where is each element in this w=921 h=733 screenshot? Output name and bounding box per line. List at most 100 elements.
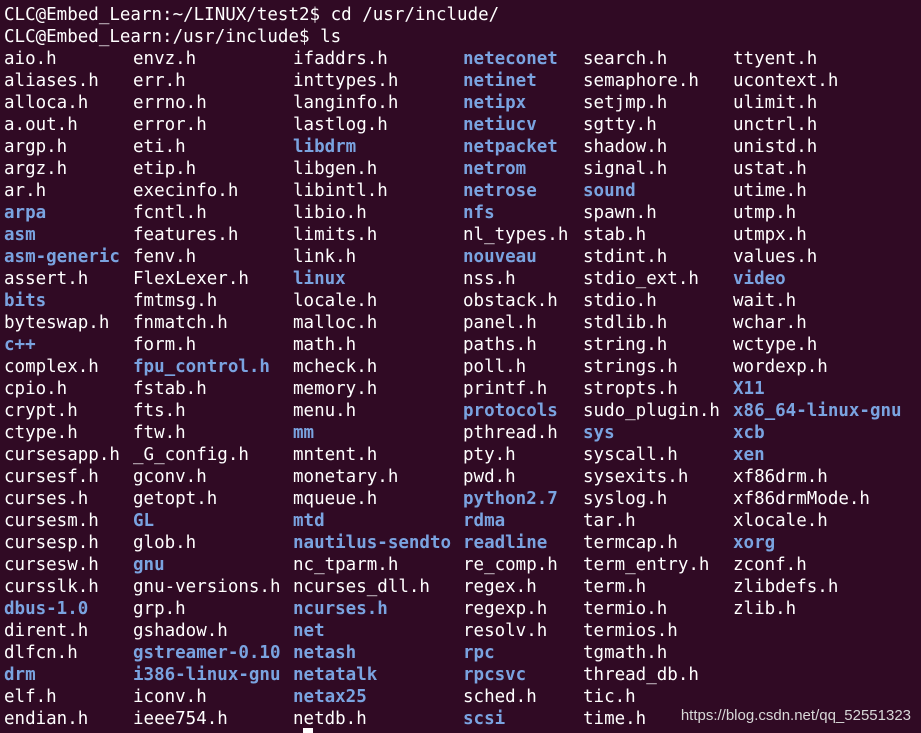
file-entry: tar.h: [583, 511, 636, 531]
file-entry: glob.h: [133, 533, 197, 553]
file-entry: fmtmsg.h: [133, 291, 218, 311]
terminal-cursor: [303, 728, 313, 733]
file-entry: stdlib.h: [583, 313, 668, 333]
file-entry: gconv.h: [133, 467, 207, 487]
file-entry: shadow.h: [583, 137, 668, 157]
file-entry: sgtty.h: [583, 115, 657, 135]
file-entry: form.h: [133, 335, 197, 355]
file-entry: grp.h: [133, 599, 186, 619]
directory-entry: arpa: [4, 203, 47, 223]
file-entry: mcheck.h: [293, 357, 378, 377]
file-entry: locale.h: [293, 291, 378, 311]
file-entry: ncurses_dll.h: [293, 577, 430, 597]
file-entry: dirent.h: [4, 621, 89, 641]
directory-entry: sound: [583, 181, 636, 201]
file-entry: FlexLexer.h: [133, 269, 249, 289]
file-entry: ulimit.h: [733, 93, 818, 113]
file-entry: gnu-versions.h: [133, 577, 281, 597]
directory-entry: netiucv: [463, 115, 537, 135]
file-entry: paths.h: [463, 335, 537, 355]
file-entry: ftw.h: [133, 423, 186, 443]
file-entry: regexp.h: [463, 599, 548, 619]
file-entry: termcap.h: [583, 533, 678, 553]
file-entry: libio.h: [293, 203, 367, 223]
file-entry: term.h: [583, 577, 647, 597]
file-entry: wchar.h: [733, 313, 807, 333]
directory-entry: nautilus-sendto: [293, 533, 452, 553]
file-entry: fstab.h: [133, 379, 207, 399]
directory-entry: netatalk: [293, 665, 378, 685]
file-entry: error.h: [133, 115, 207, 135]
file-entry: tgmath.h: [583, 643, 668, 663]
directory-entry: rpcsvc: [463, 665, 527, 685]
file-entry: cursslk.h: [4, 577, 99, 597]
file-entry: dlfcn.h: [4, 643, 78, 663]
file-entry: envz.h: [133, 49, 197, 69]
file-entry: printf.h: [463, 379, 548, 399]
file-entry: ctype.h: [4, 423, 78, 443]
file-entry: wait.h: [733, 291, 797, 311]
file-entry: term_entry.h: [583, 555, 710, 575]
directory-entry: neteconet: [463, 49, 558, 69]
file-entry: elf.h: [4, 687, 57, 707]
file-entry: unistd.h: [733, 137, 818, 157]
directory-entry: netax25: [293, 687, 367, 707]
watermark-url: https://blog.csdn.net/qq_52551323: [680, 707, 911, 724]
directory-entry: nouveau: [463, 247, 537, 267]
file-entry: cursesf.h: [4, 467, 99, 487]
directory-entry: asm: [4, 225, 36, 245]
file-entry: regex.h: [463, 577, 537, 597]
file-entry: stropts.h: [583, 379, 678, 399]
directory-entry: rdma: [463, 511, 506, 531]
file-entry: endian.h: [4, 709, 89, 729]
file-entry: ifaddrs.h: [293, 49, 388, 69]
directory-entry: protocols: [463, 401, 558, 421]
file-entry: fts.h: [133, 401, 186, 421]
directory-entry: dbus-1.0: [4, 599, 89, 619]
file-entry: semaphore.h: [583, 71, 699, 91]
directory-entry: xorg: [733, 533, 776, 553]
file-entry: aio.h: [4, 49, 57, 69]
file-entry: limits.h: [293, 225, 378, 245]
file-entry: mntent.h: [293, 445, 378, 465]
file-entry: stdint.h: [583, 247, 668, 267]
file-entry: malloc.h: [293, 313, 378, 333]
file-entry: time.h: [583, 709, 647, 729]
file-entry: obstack.h: [463, 291, 558, 311]
file-entry: panel.h: [463, 313, 537, 333]
directory-entry: c++: [4, 335, 36, 355]
file-entry: pwd.h: [463, 467, 516, 487]
file-entry: assert.h: [4, 269, 89, 289]
directory-entry: i386-linux-gnu: [133, 665, 281, 685]
file-entry: menu.h: [293, 401, 357, 421]
file-entry: zlibdefs.h: [733, 577, 839, 597]
file-entry: nc_tparm.h: [293, 555, 399, 575]
directory-entry: xcb: [733, 423, 765, 443]
file-entry: unctrl.h: [733, 115, 818, 135]
file-entry: libgen.h: [293, 159, 378, 179]
file-entry: math.h: [293, 335, 357, 355]
directory-entry: python2.7: [463, 489, 558, 509]
file-entry: utmp.h: [733, 203, 797, 223]
file-entry: cpio.h: [4, 379, 68, 399]
file-entry: gshadow.h: [133, 621, 228, 641]
file-entry: eti.h: [133, 137, 186, 157]
file-entry: wctype.h: [733, 335, 818, 355]
file-entry: inttypes.h: [293, 71, 399, 91]
file-entry: stdio_ext.h: [583, 269, 699, 289]
directory-entry: fpu_control.h: [133, 357, 270, 377]
directory-entry: netrom: [463, 159, 527, 179]
file-entry: argz.h: [4, 159, 68, 179]
file-entry: search.h: [583, 49, 668, 69]
file-entry: monetary.h: [293, 467, 399, 487]
file-entry: cursesw.h: [4, 555, 99, 575]
command-line-ls: CLC@Embed_Learn:/usr/include$ ls: [4, 27, 342, 47]
file-entry: re_comp.h: [463, 555, 558, 575]
file-entry: zlib.h: [733, 599, 797, 619]
file-entry: cursesp.h: [4, 533, 99, 553]
directory-entry: libdrm: [293, 137, 357, 157]
file-entry: libintl.h: [293, 181, 388, 201]
terminal-window[interactable]: CLC@Embed_Learn:~/LINUX/test2$ cd /usr/i…: [0, 0, 921, 733]
file-entry: crypt.h: [4, 401, 78, 421]
file-entry: memory.h: [293, 379, 378, 399]
